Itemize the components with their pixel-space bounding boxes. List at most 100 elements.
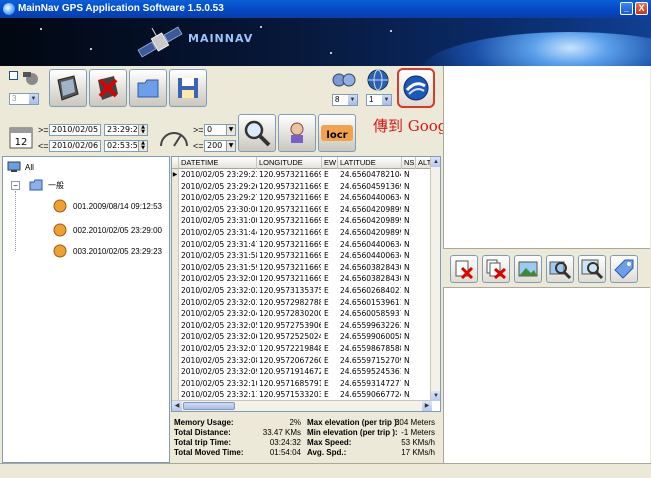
satellite-small-icon [23, 72, 38, 85]
scroll-down-arrow[interactable]: ▼ [431, 391, 440, 401]
table-row[interactable]: 2010/02/05 23:32:07120.957221984863E 24.6… [172, 343, 432, 355]
col-ns[interactable]: NS [402, 157, 416, 169]
table-row[interactable]: 2010/02/05 23:31:58120.957321166992E 24.6… [172, 250, 432, 263]
tree-root-all[interactable]: All [7, 161, 34, 173]
row-selector[interactable] [172, 273, 179, 286]
photo-zoom-fit-button[interactable] [578, 255, 606, 283]
row-selector[interactable] [172, 285, 179, 297]
status-bar [0, 463, 651, 478]
table-row[interactable]: 2010/02/05 23:32:06120.957252502441E 24.6… [172, 331, 432, 344]
table-cell: 2010/02/05 23:29:26 [181, 181, 257, 191]
from-date-field[interactable]: 2010/02/05 [49, 124, 101, 136]
table-row[interactable]: 2010/02/05 23:32:05120.957275390625E 24.6… [172, 319, 432, 332]
tree-trip-003[interactable]: 003.2010/02/05 23:29:23 [53, 244, 162, 258]
checkbox-connect[interactable] [9, 71, 18, 80]
col-latitude[interactable]: LATITUDE [338, 157, 402, 169]
trip-icon [53, 244, 67, 258]
speed-max-field[interactable]: 200 ▼ [204, 140, 236, 152]
tree-collapse-toggle[interactable]: − [11, 181, 20, 190]
photo-tag-gps-button[interactable] [610, 255, 638, 283]
table-row[interactable]: 2010/02/05 23:32:03120.957298278809E 24.6… [172, 296, 432, 309]
col-datetime[interactable]: DATETIME [179, 157, 257, 169]
locr-button[interactable]: locr [318, 114, 356, 152]
search-button[interactable] [238, 114, 276, 152]
table-horizontal-scrollbar[interactable]: ◀ ▶ [172, 400, 432, 411]
row-selector[interactable] [172, 238, 179, 251]
photo-tag-button[interactable] [278, 114, 316, 152]
satellite-group-icon [332, 73, 356, 87]
scroll-left-arrow[interactable]: ◀ [172, 401, 182, 411]
row-selector[interactable] [172, 308, 179, 321]
tree-group-general[interactable]: 一般 [29, 179, 64, 191]
speed-min-field[interactable]: 0 ▼ [204, 124, 236, 136]
to-time-spinner[interactable]: ▲ ▼ [138, 141, 147, 151]
col-longitude[interactable]: LONGITUDE [257, 157, 322, 169]
row-selector[interactable] [172, 331, 179, 344]
photo-delete-all-button[interactable] [482, 255, 510, 283]
open-folder-button[interactable] [129, 69, 167, 107]
row-selector[interactable] [172, 250, 179, 263]
close-button[interactable]: X [635, 2, 648, 15]
table-cell: 2010/02/05 23:31:00 [181, 216, 257, 226]
table-row[interactable]: 2010/02/05 23:31:59120.957321166992E 24.6… [172, 261, 432, 274]
table-cell: 120.957321166992 [259, 262, 321, 272]
select-a[interactable]: 8 ▼ [332, 94, 358, 106]
row-selector[interactable] [172, 261, 179, 274]
table-row[interactable]: 2010/02/05 23:32:09120.957191467285E 24.6… [172, 366, 432, 379]
row-selector[interactable] [172, 354, 179, 367]
tree-trip-002[interactable]: 002.2010/02/05 23:29:00 [53, 223, 162, 237]
table-vertical-scrollbar[interactable]: ▲ ▼ [430, 157, 440, 401]
row-selector[interactable] [172, 319, 179, 332]
google-earth-button[interactable] [397, 68, 435, 108]
port-select[interactable]: 3 ▼ [9, 93, 39, 105]
table-cell: E [324, 274, 329, 284]
table-row[interactable]: 2010/02/05 23:31:00120.957321166992E 24.6… [172, 215, 432, 228]
table-row[interactable]: 2010/02/05 23:29:27120.957321166992E 24.6… [172, 192, 432, 205]
table-row[interactable]: 2010/02/05 23:31:47120.957321166992E 24.6… [172, 238, 432, 251]
table-row[interactable]: 2010/02/05 23:32:00120.957321166992E 24.6… [172, 273, 432, 286]
to-date-field[interactable]: 2010/02/06 [49, 140, 101, 152]
speed-max-label: <= [193, 141, 204, 151]
table-row[interactable]: 2010/02/05 23:31:44120.957321166992E 24.6… [172, 227, 432, 239]
row-selector[interactable] [172, 215, 179, 228]
max-elevation-label: Max elevation (per trip ): [307, 418, 400, 427]
tree-trip-001[interactable]: 001.2009/08/14 09:12:53 [53, 199, 162, 213]
row-selector[interactable]: ▶ [172, 169, 179, 181]
table-cell: N [404, 378, 410, 388]
table-row[interactable]: 2010/02/05 23:32:10120.957168579102E 24.6… [172, 377, 432, 390]
save-button[interactable] [169, 69, 207, 107]
to-time-field[interactable]: 02:53:55 ▲ ▼ [104, 140, 148, 152]
download-device-button[interactable] [49, 69, 87, 107]
from-time-spinner[interactable]: ▲ ▼ [138, 125, 147, 135]
table-row[interactable]: 2010/02/05 23:32:08120.957206726074E 24.6… [172, 354, 432, 367]
zoom-photo-icon [549, 261, 571, 280]
row-selector[interactable] [172, 203, 179, 216]
row-selector[interactable] [172, 343, 179, 355]
table-cell: N [404, 309, 410, 319]
minimize-button[interactable]: _ [620, 2, 633, 15]
table-row[interactable]: 2010/02/05 23:29:26120.957321166992E 24.6… [172, 180, 432, 193]
select-b[interactable]: 1 ▼ [366, 94, 392, 106]
clear-device-button[interactable] [89, 69, 127, 107]
row-selector[interactable] [172, 377, 179, 390]
table-row[interactable]: ▶2010/02/05 23:29:23120.957321166992E 24.… [172, 169, 432, 181]
row-selector[interactable] [172, 192, 179, 205]
row-selector[interactable] [172, 296, 179, 309]
scroll-right-arrow[interactable]: ▶ [422, 401, 432, 411]
photo-delete-button[interactable] [450, 255, 478, 283]
row-selector[interactable] [172, 227, 179, 239]
scroll-thumb[interactable] [183, 402, 235, 410]
from-time-field[interactable]: 23:29:23 ▲ ▼ [104, 124, 148, 136]
table-row[interactable]: 2010/02/05 23:30:00120.957321166992E 24.6… [172, 203, 432, 216]
table-cell: 24.6559314727783 [340, 378, 401, 388]
table-cell: E [324, 216, 329, 226]
table-row[interactable]: 2010/02/05 23:32:04120.95728302002E 24.65… [172, 308, 432, 321]
col-ew[interactable]: EW [322, 157, 338, 169]
scroll-up-arrow[interactable]: ▲ [431, 157, 440, 167]
speedometer-icon [160, 132, 188, 147]
row-selector[interactable] [172, 180, 179, 193]
row-selector[interactable] [172, 366, 179, 379]
photo-zoom-button[interactable] [546, 255, 574, 283]
table-row[interactable]: 2010/02/05 23:32:02120.957313537598E 24.6… [172, 285, 432, 297]
photo-view-button[interactable] [514, 255, 542, 283]
